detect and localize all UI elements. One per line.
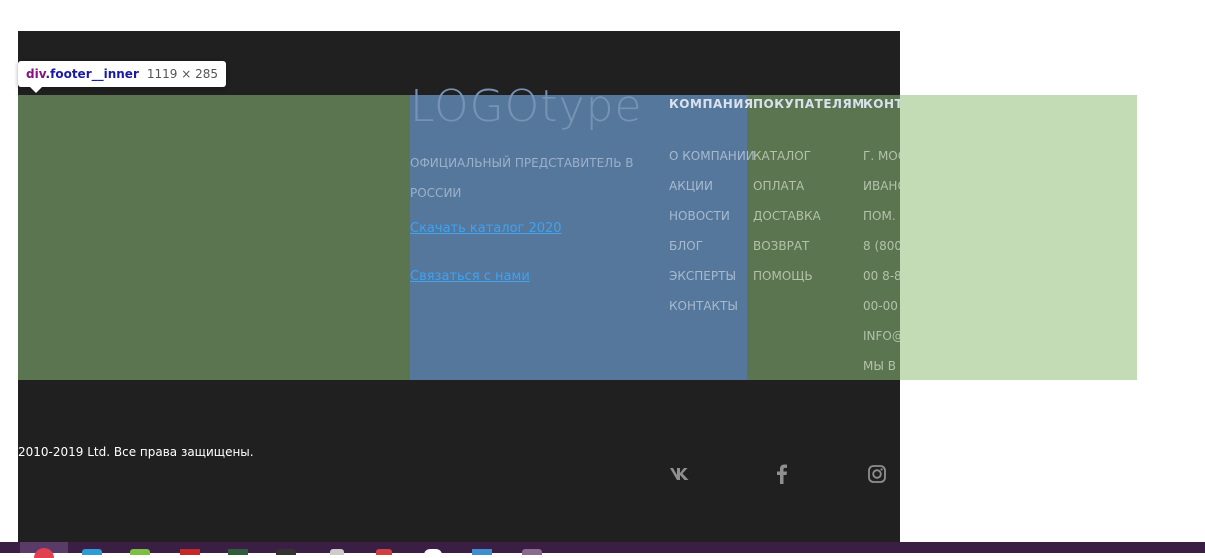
footer: LOGOtype ОФИЦИАЛЬНЫЙ ПРЕДСТАВИТЕЛЬ В РОС…	[18, 31, 900, 542]
menu-item-about[interactable]: О КОМПАНИИ	[669, 141, 755, 171]
contact-city: Г. МОС	[863, 149, 900, 163]
facebook-icon[interactable]	[771, 463, 793, 485]
app-icon-6[interactable]	[330, 549, 344, 555]
app-icon-7[interactable]	[376, 549, 392, 555]
menu-item-returns[interactable]: ВОЗВРАТ	[753, 231, 821, 261]
copyright-text: 2010-2019 Ltd. Все права защищены.	[18, 445, 254, 459]
contacts-list: Г. МОС ИВАНС ПОМ. 8 8 (800 00 8-8 00-00 …	[863, 141, 900, 381]
menu-item-help[interactable]: ПОМОЩЬ	[753, 261, 821, 291]
menu-item-news[interactable]: НОВОСТИ	[669, 201, 755, 231]
footer-tagline: ОФИЦИАЛЬНЫЙ ПРЕДСТАВИТЕЛЬ В РОССИИ	[410, 156, 634, 200]
taskbar-start-button[interactable]	[20, 542, 68, 558]
column-heading-contacts: КОНТ	[863, 97, 900, 111]
app-icon-5[interactable]	[276, 549, 296, 555]
grid-overlay-column-1	[18, 95, 410, 380]
app-icon-9[interactable]	[472, 549, 492, 555]
grid-overflow-highlight	[900, 95, 1137, 380]
menu-item-payment[interactable]: ОПЛАТА	[753, 171, 821, 201]
vk-icon[interactable]	[669, 463, 691, 485]
app-icon-3[interactable]	[180, 549, 200, 555]
browser-icon	[34, 548, 54, 558]
menu-item-experts[interactable]: ЭКСПЕРТЫ	[669, 261, 755, 291]
app-icon-4[interactable]	[228, 549, 248, 555]
tooltip-class: .footer__inner	[45, 67, 139, 81]
menu-item-contacts[interactable]: КОНТАКТЫ	[669, 291, 755, 321]
tooltip-size: 1119 × 285	[146, 67, 219, 81]
menu-item-delivery[interactable]: ДОСТАВКА	[753, 201, 821, 231]
contact-us-link[interactable]: Связаться с нами	[410, 269, 530, 284]
app-icon-8[interactable]	[424, 549, 442, 555]
menu-item-promotions[interactable]: АКЦИИ	[669, 171, 755, 201]
taskbar	[0, 542, 1205, 558]
contact-street: ИВАНС	[863, 179, 900, 193]
download-catalog-link[interactable]: Скачать каталог 2020	[410, 221, 562, 236]
app-icon-10[interactable]	[522, 549, 542, 555]
menu-item-blog[interactable]: БЛОГ	[669, 231, 755, 261]
column-heading-buyers: ПОКУПАТЕЛЯМ	[753, 97, 865, 111]
footer-logo[interactable]: LOGOtype	[410, 81, 643, 132]
devtools-element-tooltip: div.footer__inner 1119 × 285	[18, 61, 227, 93]
instagram-icon[interactable]	[866, 463, 888, 485]
app-icon-1[interactable]	[82, 549, 102, 555]
tooltip-tag: div	[26, 67, 46, 81]
contact-phone-3[interactable]: 00-00	[863, 291, 900, 321]
contact-phone-1[interactable]: 8 (800	[863, 231, 900, 261]
contact-room: ПОМ. 8	[863, 209, 900, 223]
app-icon-2[interactable]	[130, 549, 150, 555]
contact-phone-2[interactable]: 00 8-8	[863, 261, 900, 291]
contact-social-label: МЫ В	[863, 359, 896, 373]
company-menu: О КОМПАНИИ АКЦИИ НОВОСТИ БЛОГ ЭКСПЕРТЫ К…	[669, 141, 755, 321]
contact-email[interactable]: INFO@	[863, 321, 900, 351]
column-heading-company: КОМПАНИЯ	[669, 97, 754, 111]
menu-item-catalog[interactable]: КАТАЛОГ	[753, 141, 821, 171]
buyers-menu: КАТАЛОГ ОПЛАТА ДОСТАВКА ВОЗВРАТ ПОМОЩЬ	[753, 141, 821, 291]
